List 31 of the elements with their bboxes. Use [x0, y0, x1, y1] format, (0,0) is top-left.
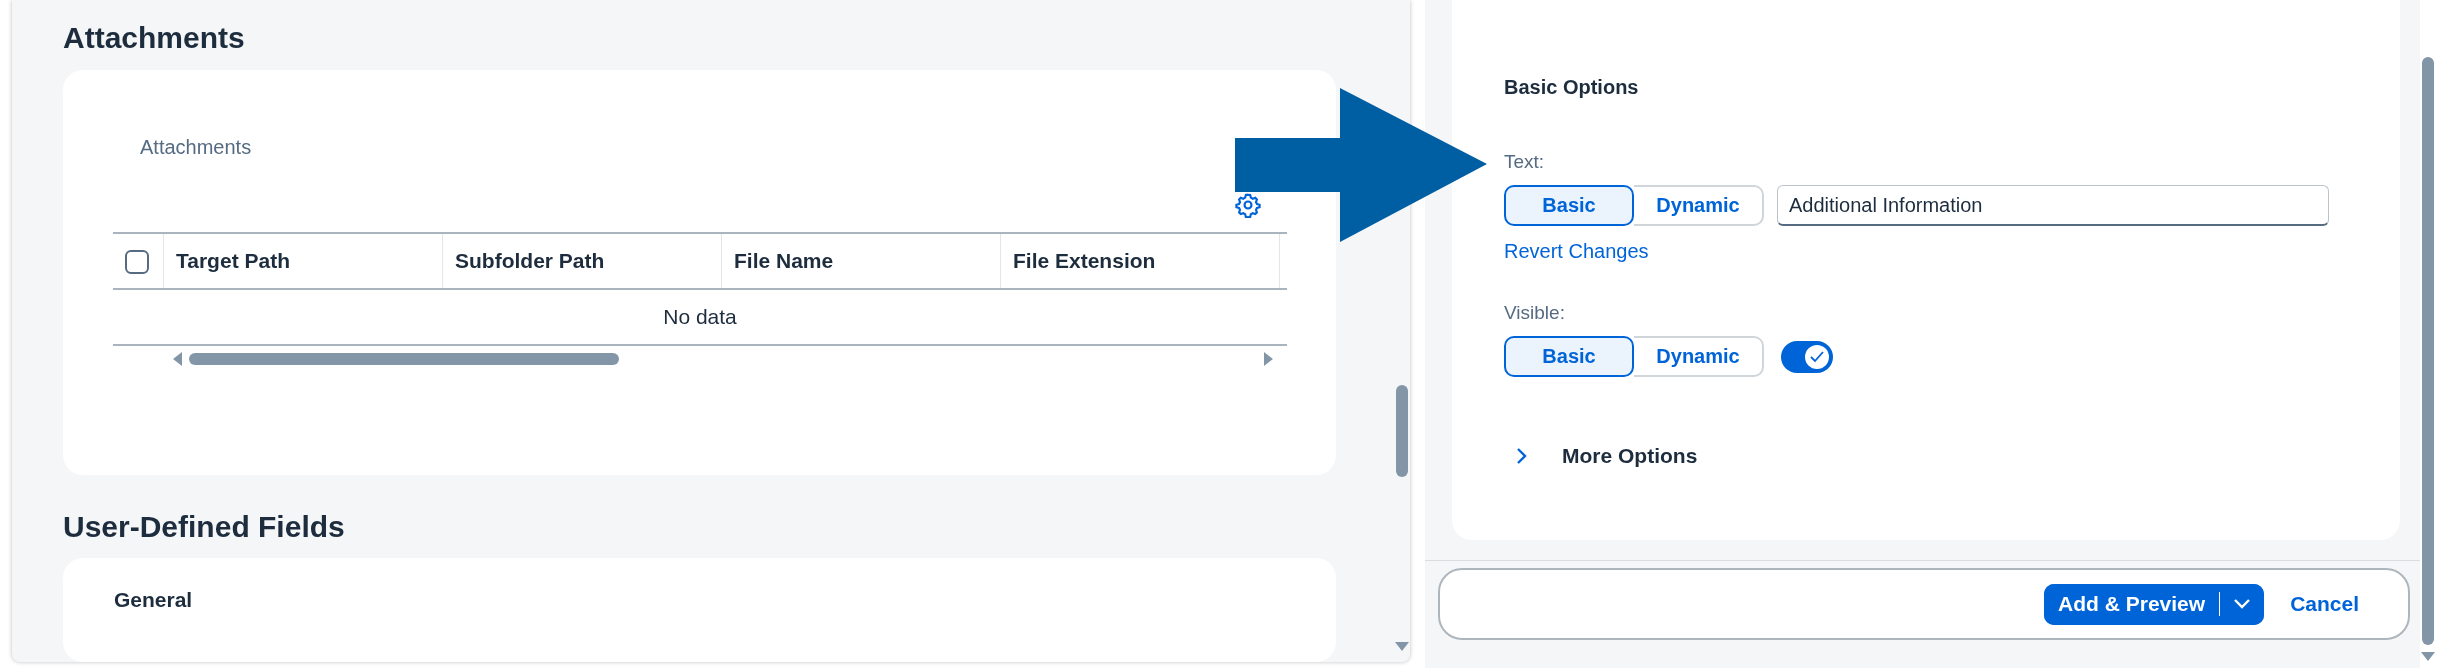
- caret-icon: [2233, 598, 2252, 610]
- mode-toggle-button[interactable]: Basic: [1504, 185, 1634, 226]
- scroll-down-icon[interactable]: [1395, 642, 1409, 651]
- expander-label[interactable]: More Options: [1562, 441, 1698, 471]
- section-heading: Attachments: [63, 20, 246, 56]
- visibility-switch[interactable]: [1781, 340, 1833, 373]
- mode-toggle-button[interactable]: Dynamic: [1634, 185, 1764, 226]
- mode-toggle-button[interactable]: Dynamic: [1634, 336, 1764, 377]
- column-header: Target Path: [163, 233, 443, 289]
- column-header: File Extension: [1000, 233, 1280, 289]
- scroll-down-icon[interactable]: [2421, 652, 2435, 661]
- table-title: Attachments: [139, 135, 252, 160]
- revert-link[interactable]: Revert Changes: [1504, 240, 1649, 263]
- scroll-left-icon[interactable]: [173, 352, 183, 366]
- settings-icon[interactable]: [1235, 192, 1261, 218]
- property-label: Visible:: [1504, 301, 1565, 325]
- cancel-button[interactable]: Cancel: [2290, 592, 2359, 616]
- options-title: Basic Options: [1504, 75, 1639, 100]
- vertical-scrollbar[interactable]: [1396, 385, 1408, 477]
- text-input-field[interactable]: Additional Information: [1777, 185, 2329, 226]
- scroll-right-icon[interactable]: [1263, 352, 1273, 366]
- mode-toggle-button[interactable]: Basic: [1504, 336, 1634, 377]
- select-all-checkbox[interactable]: [125, 249, 149, 274]
- horizontal-scrollbar[interactable]: [189, 353, 619, 365]
- section-heading: User-Defined Fields: [63, 509, 346, 545]
- group-title: General: [114, 587, 193, 613]
- property-label: Text:: [1504, 150, 1545, 174]
- column-header: Subfolder Path: [442, 233, 722, 289]
- empty-table-message: No data: [113, 289, 1287, 345]
- vertical-scrollbar[interactable]: [2422, 57, 2434, 645]
- column-header: File Name: [721, 233, 1001, 289]
